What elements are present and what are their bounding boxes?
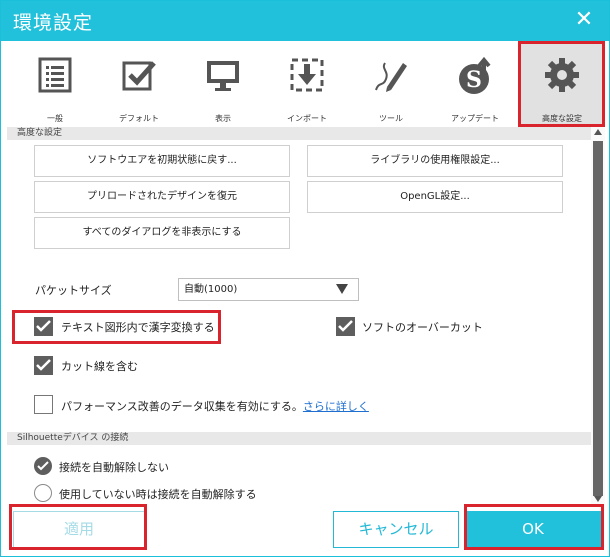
highlight-ok-button	[464, 504, 604, 550]
learn-more-link[interactable]: さらに詳しく	[303, 400, 369, 413]
cancel-button[interactable]: キャンセル	[333, 511, 459, 548]
library-permissions-button[interactable]: ライブラリの使用権限設定...	[307, 145, 563, 177]
performance-data-row: パフォーマンス改善のデータ収集を有効にする。さらに詳しく	[61, 398, 369, 414]
monitor-icon	[207, 61, 239, 91]
update-icon: S	[459, 57, 491, 94]
restore-preloaded-button[interactable]: プリロードされたデザインを復元	[34, 181, 290, 213]
title-bar: 環境設定 ✕	[1, 1, 609, 41]
scroll-up-icon[interactable]	[594, 129, 602, 135]
svg-text:S: S	[466, 67, 482, 93]
chevron-down-icon	[336, 284, 348, 294]
close-icon[interactable]: ✕	[571, 7, 597, 33]
auto-disconnect-label: 使用していない時は接続を自動解除する	[59, 488, 257, 501]
tab-import[interactable]: インポート	[265, 41, 349, 127]
tab-display[interactable]: 表示	[181, 41, 265, 127]
tab-defaults-label: デフォルト	[119, 114, 159, 123]
tab-tools-label: ツール	[379, 114, 403, 123]
tab-tools[interactable]: ツール	[349, 41, 433, 127]
highlight-kanji-option	[12, 310, 221, 344]
connection-section-header: Silhouetteデバイス の接続	[7, 432, 591, 445]
performance-data-label: パフォーマンス改善のデータ収集を有効にする。	[61, 400, 303, 413]
opengl-settings-button[interactable]: OpenGL設定...	[307, 181, 563, 213]
packet-size-value: 自動(1000)	[184, 284, 238, 295]
no-auto-disconnect-label: 接続を自動解除しない	[59, 461, 169, 474]
pen-tool-icon	[375, 62, 407, 92]
tab-display-label: 表示	[215, 114, 231, 123]
tab-update-label: アップデート	[451, 114, 499, 123]
tab-defaults[interactable]: デフォルト	[97, 41, 181, 127]
highlight-advanced-tab	[518, 41, 605, 127]
no-auto-disconnect-radio[interactable]	[34, 457, 52, 475]
include-cut-lines-checkbox[interactable]	[34, 356, 53, 375]
advanced-section-header: 高度な設定	[7, 127, 591, 140]
import-icon	[290, 58, 324, 92]
unhide-dialogs-button[interactable]: すべてのダイアログを非表示にする	[34, 217, 290, 249]
vertical-scrollbar[interactable]	[591, 127, 605, 504]
auto-disconnect-radio[interactable]	[34, 484, 52, 502]
tab-import-label: インポート	[287, 114, 327, 123]
settings-content: 高度な設定 ソフトウエアを初期状態に戻す... ライブラリの使用権限設定... …	[1, 127, 609, 504]
list-document-icon	[38, 57, 72, 93]
checkbox-icon	[122, 61, 156, 91]
preferences-dialog: 環境設定 ✕ 一般 デフォルト 表示 インポート ツール S アップデート 高度…	[0, 0, 610, 557]
reset-software-button[interactable]: ソフトウエアを初期状態に戻す...	[34, 145, 290, 177]
checkmark-icon	[37, 461, 49, 471]
highlight-apply-button	[9, 504, 147, 550]
checkmark-icon	[338, 320, 353, 332]
tab-general[interactable]: 一般	[13, 41, 97, 127]
tab-general-label: 一般	[47, 114, 63, 123]
scroll-down-icon[interactable]	[594, 496, 602, 502]
checkmark-icon	[36, 359, 51, 371]
packet-size-select[interactable]: 自動(1000)	[178, 278, 359, 301]
include-cut-lines-label: カット線を含む	[61, 360, 138, 373]
packet-size-label: パケットサイズ	[35, 284, 112, 297]
window-title: 環境設定	[13, 12, 94, 34]
software-overcut-checkbox[interactable]	[336, 317, 355, 336]
performance-data-checkbox[interactable]	[34, 395, 53, 414]
software-overcut-label: ソフトのオーバーカット	[362, 321, 483, 334]
tab-update[interactable]: S アップデート	[433, 41, 517, 127]
scroll-thumb[interactable]	[593, 141, 603, 496]
